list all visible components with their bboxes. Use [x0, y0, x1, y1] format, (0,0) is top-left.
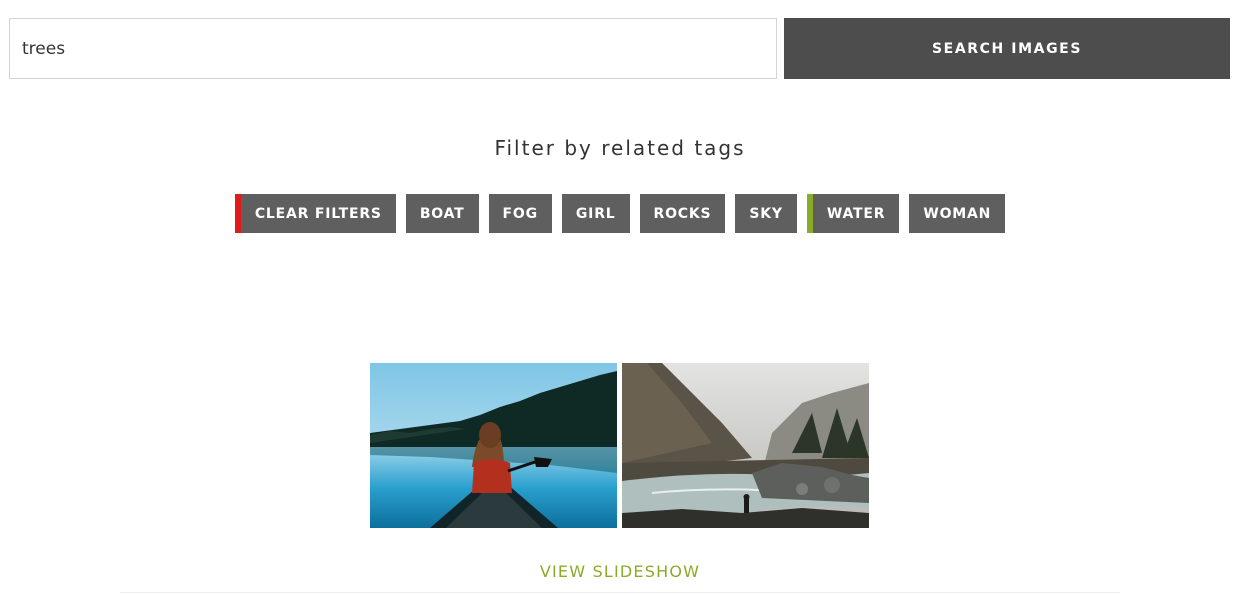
tag-girl[interactable]: GIRL — [561, 194, 630, 233]
girl-in-canoe-photo[interactable] — [370, 363, 617, 528]
clear-filters-indicator — [234, 194, 241, 233]
tag-label: BOAT — [419, 205, 465, 222]
tag-label: SKY — [749, 205, 783, 222]
tag-label: WATER — [826, 205, 886, 222]
tag-label: ROCKS — [653, 205, 712, 222]
tag-label: WOMAN — [923, 205, 992, 222]
mountain-river-image — [622, 363, 869, 528]
tag-label: CLEAR FILTERS — [254, 205, 382, 222]
filter-heading: Filter by related tags — [494, 136, 746, 160]
mountain-river-photo[interactable] — [622, 363, 869, 528]
divider — [120, 592, 1120, 593]
tag-sky[interactable]: SKY — [735, 194, 797, 233]
search-images-button[interactable]: SEARCH IMAGES — [784, 18, 1230, 79]
search-input[interactable] — [9, 18, 777, 79]
tag-boat[interactable]: BOAT — [405, 194, 479, 233]
view-slideshow-link[interactable]: VIEW SLIDESHOW — [0, 562, 1240, 581]
tag-fog[interactable]: FOG — [488, 194, 552, 233]
canoe-lake-image — [370, 363, 617, 528]
tag-label: GIRL — [575, 205, 616, 222]
tag-woman[interactable]: WOMAN — [909, 194, 1006, 233]
tag-label: FOG — [502, 205, 538, 222]
tag-rocks[interactable]: ROCKS — [639, 194, 726, 233]
tag-water[interactable]: WATER — [806, 194, 900, 233]
tag-list: CLEAR FILTERS BOAT FOG GIRL ROCKS SKY WA… — [0, 194, 1240, 233]
tag-active-indicator — [806, 194, 813, 233]
clear-filters-button[interactable]: CLEAR FILTERS — [234, 194, 396, 233]
